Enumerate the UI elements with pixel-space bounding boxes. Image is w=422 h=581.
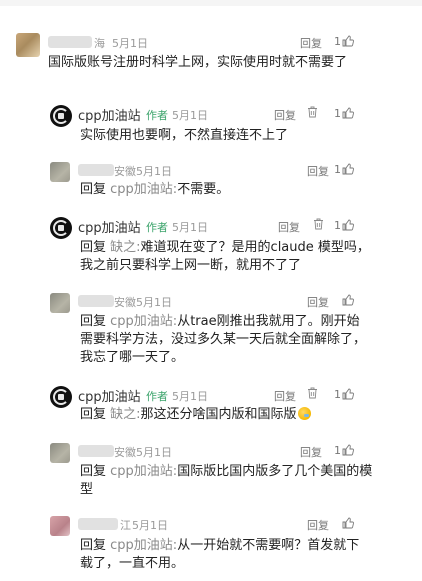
author-avatar[interactable] <box>50 105 72 127</box>
blurred-username <box>78 164 114 176</box>
comment-text: 回复 缺之:难道现在变了？是用的claude 模型吗，我之前只要科学上网一断，就… <box>80 239 370 275</box>
comment-text: 回复 cpp加油站:从一开始就不需要啊？首发就下载了，一直不用。 <box>80 537 372 573</box>
like-count: 1 <box>334 444 341 457</box>
like-count: 1 <box>334 388 341 401</box>
username-tail[interactable]: 安徽 <box>114 163 136 179</box>
comment-date: 5月1日 <box>172 221 208 234</box>
reply-button[interactable]: 回复 <box>300 35 322 51</box>
reply-target[interactable]: cpp加油站: <box>110 538 177 553</box>
reply-keyword: 回复 <box>80 182 107 197</box>
thumbs-up-icon[interactable] <box>342 517 354 529</box>
user-avatar[interactable] <box>50 516 70 536</box>
thumbs-up-icon[interactable] <box>342 35 354 47</box>
comment-text: 国际版账号注册时科学上网，实际使用时就不需要了 <box>48 55 348 70</box>
top-divider <box>0 0 422 6</box>
thumbs-up-icon[interactable] <box>342 107 354 119</box>
username-tail[interactable]: 江 <box>120 517 131 533</box>
author-name[interactable]: cpp加油站 <box>78 217 141 236</box>
reply-button[interactable]: 回复 <box>307 517 329 533</box>
trash-icon[interactable] <box>307 106 318 118</box>
blurred-username <box>78 295 114 307</box>
reply-target[interactable]: 缺之: <box>110 240 140 255</box>
username-tail[interactable]: 安徽 <box>114 444 136 460</box>
reply-button[interactable]: 回复 <box>307 294 329 310</box>
thumbs-up-icon[interactable] <box>342 388 354 400</box>
author-name[interactable]: cpp加油站 <box>78 386 141 405</box>
user-avatar[interactable] <box>16 33 40 57</box>
reply-keyword: 回复 <box>80 538 107 553</box>
user-avatar[interactable] <box>50 162 70 182</box>
comment-date: 5月1日 <box>136 446 172 459</box>
blurred-username <box>78 518 118 530</box>
comment-date: 5月1日 <box>132 519 168 532</box>
trash-icon[interactable] <box>313 218 324 230</box>
author-name[interactable]: cpp加油站 <box>78 105 141 124</box>
author-badge: 作者 <box>146 221 168 234</box>
author-badge: 作者 <box>146 390 168 403</box>
like-count: 1 <box>334 219 341 232</box>
author-avatar[interactable] <box>50 386 72 408</box>
thumbs-up-icon[interactable] <box>342 163 354 175</box>
reply-target[interactable]: 缺之: <box>110 407 140 422</box>
reply-target[interactable]: cpp加油站: <box>110 314 177 329</box>
sweat-emoji-icon <box>297 407 311 420</box>
reply-button[interactable]: 回复 <box>278 219 300 235</box>
like-count: 1 <box>334 107 341 120</box>
reply-keyword: 回复 <box>80 464 107 479</box>
reply-content: 那这还分啥国内版和国际版 <box>140 407 297 422</box>
reply-button[interactable]: 回复 <box>274 388 296 404</box>
reply-keyword: 回复 <box>80 314 107 329</box>
comment-date: 5月1日 <box>112 37 148 50</box>
blurred-username <box>48 36 92 48</box>
reply-keyword: 回复 <box>80 240 107 255</box>
comment-text: 实际使用也要啊，不然直接连不上了 <box>80 128 289 143</box>
reply-target[interactable]: cpp加油站: <box>110 182 177 197</box>
trash-icon[interactable] <box>307 387 318 399</box>
author-badge: 作者 <box>146 109 168 122</box>
author-avatar[interactable] <box>50 217 72 239</box>
reply-button[interactable]: 回复 <box>300 444 322 460</box>
thumbs-up-icon[interactable] <box>342 444 354 456</box>
username-tail[interactable]: 安徽 <box>114 294 136 310</box>
comment-date: 5月1日 <box>172 109 208 122</box>
comment-text: 回复 缺之:那这还分啥国内版和国际版 <box>80 406 380 424</box>
user-avatar[interactable] <box>50 443 70 463</box>
comment-date: 5月1日 <box>136 296 172 309</box>
reply-button[interactable]: 回复 <box>274 107 296 123</box>
user-avatar[interactable] <box>50 293 70 313</box>
reply-content: 不需要。 <box>177 182 230 197</box>
thumbs-up-icon[interactable] <box>342 294 354 306</box>
blurred-username <box>78 445 114 457</box>
reply-button[interactable]: 回复 <box>307 163 329 179</box>
comment-text: 回复 cpp加油站:不需要。 <box>80 181 380 199</box>
reply-target[interactable]: cpp加油站: <box>110 464 177 479</box>
like-count: 1 <box>334 35 341 48</box>
reply-keyword: 回复 <box>80 407 107 422</box>
like-count: 1 <box>334 163 341 176</box>
comment-text: 回复 cpp加油站:国际版比国内版多了几个美国的模型 <box>80 463 380 499</box>
comment-date: 5月1日 <box>136 165 172 178</box>
comment-text: 回复 cpp加油站:从trae刚推出我就用了。刚开始需要科学方法，没过多久某一天… <box>80 313 372 367</box>
username-tail[interactable]: 海 <box>94 35 105 51</box>
thumbs-up-icon[interactable] <box>342 219 354 231</box>
comment-date: 5月1日 <box>172 390 208 403</box>
